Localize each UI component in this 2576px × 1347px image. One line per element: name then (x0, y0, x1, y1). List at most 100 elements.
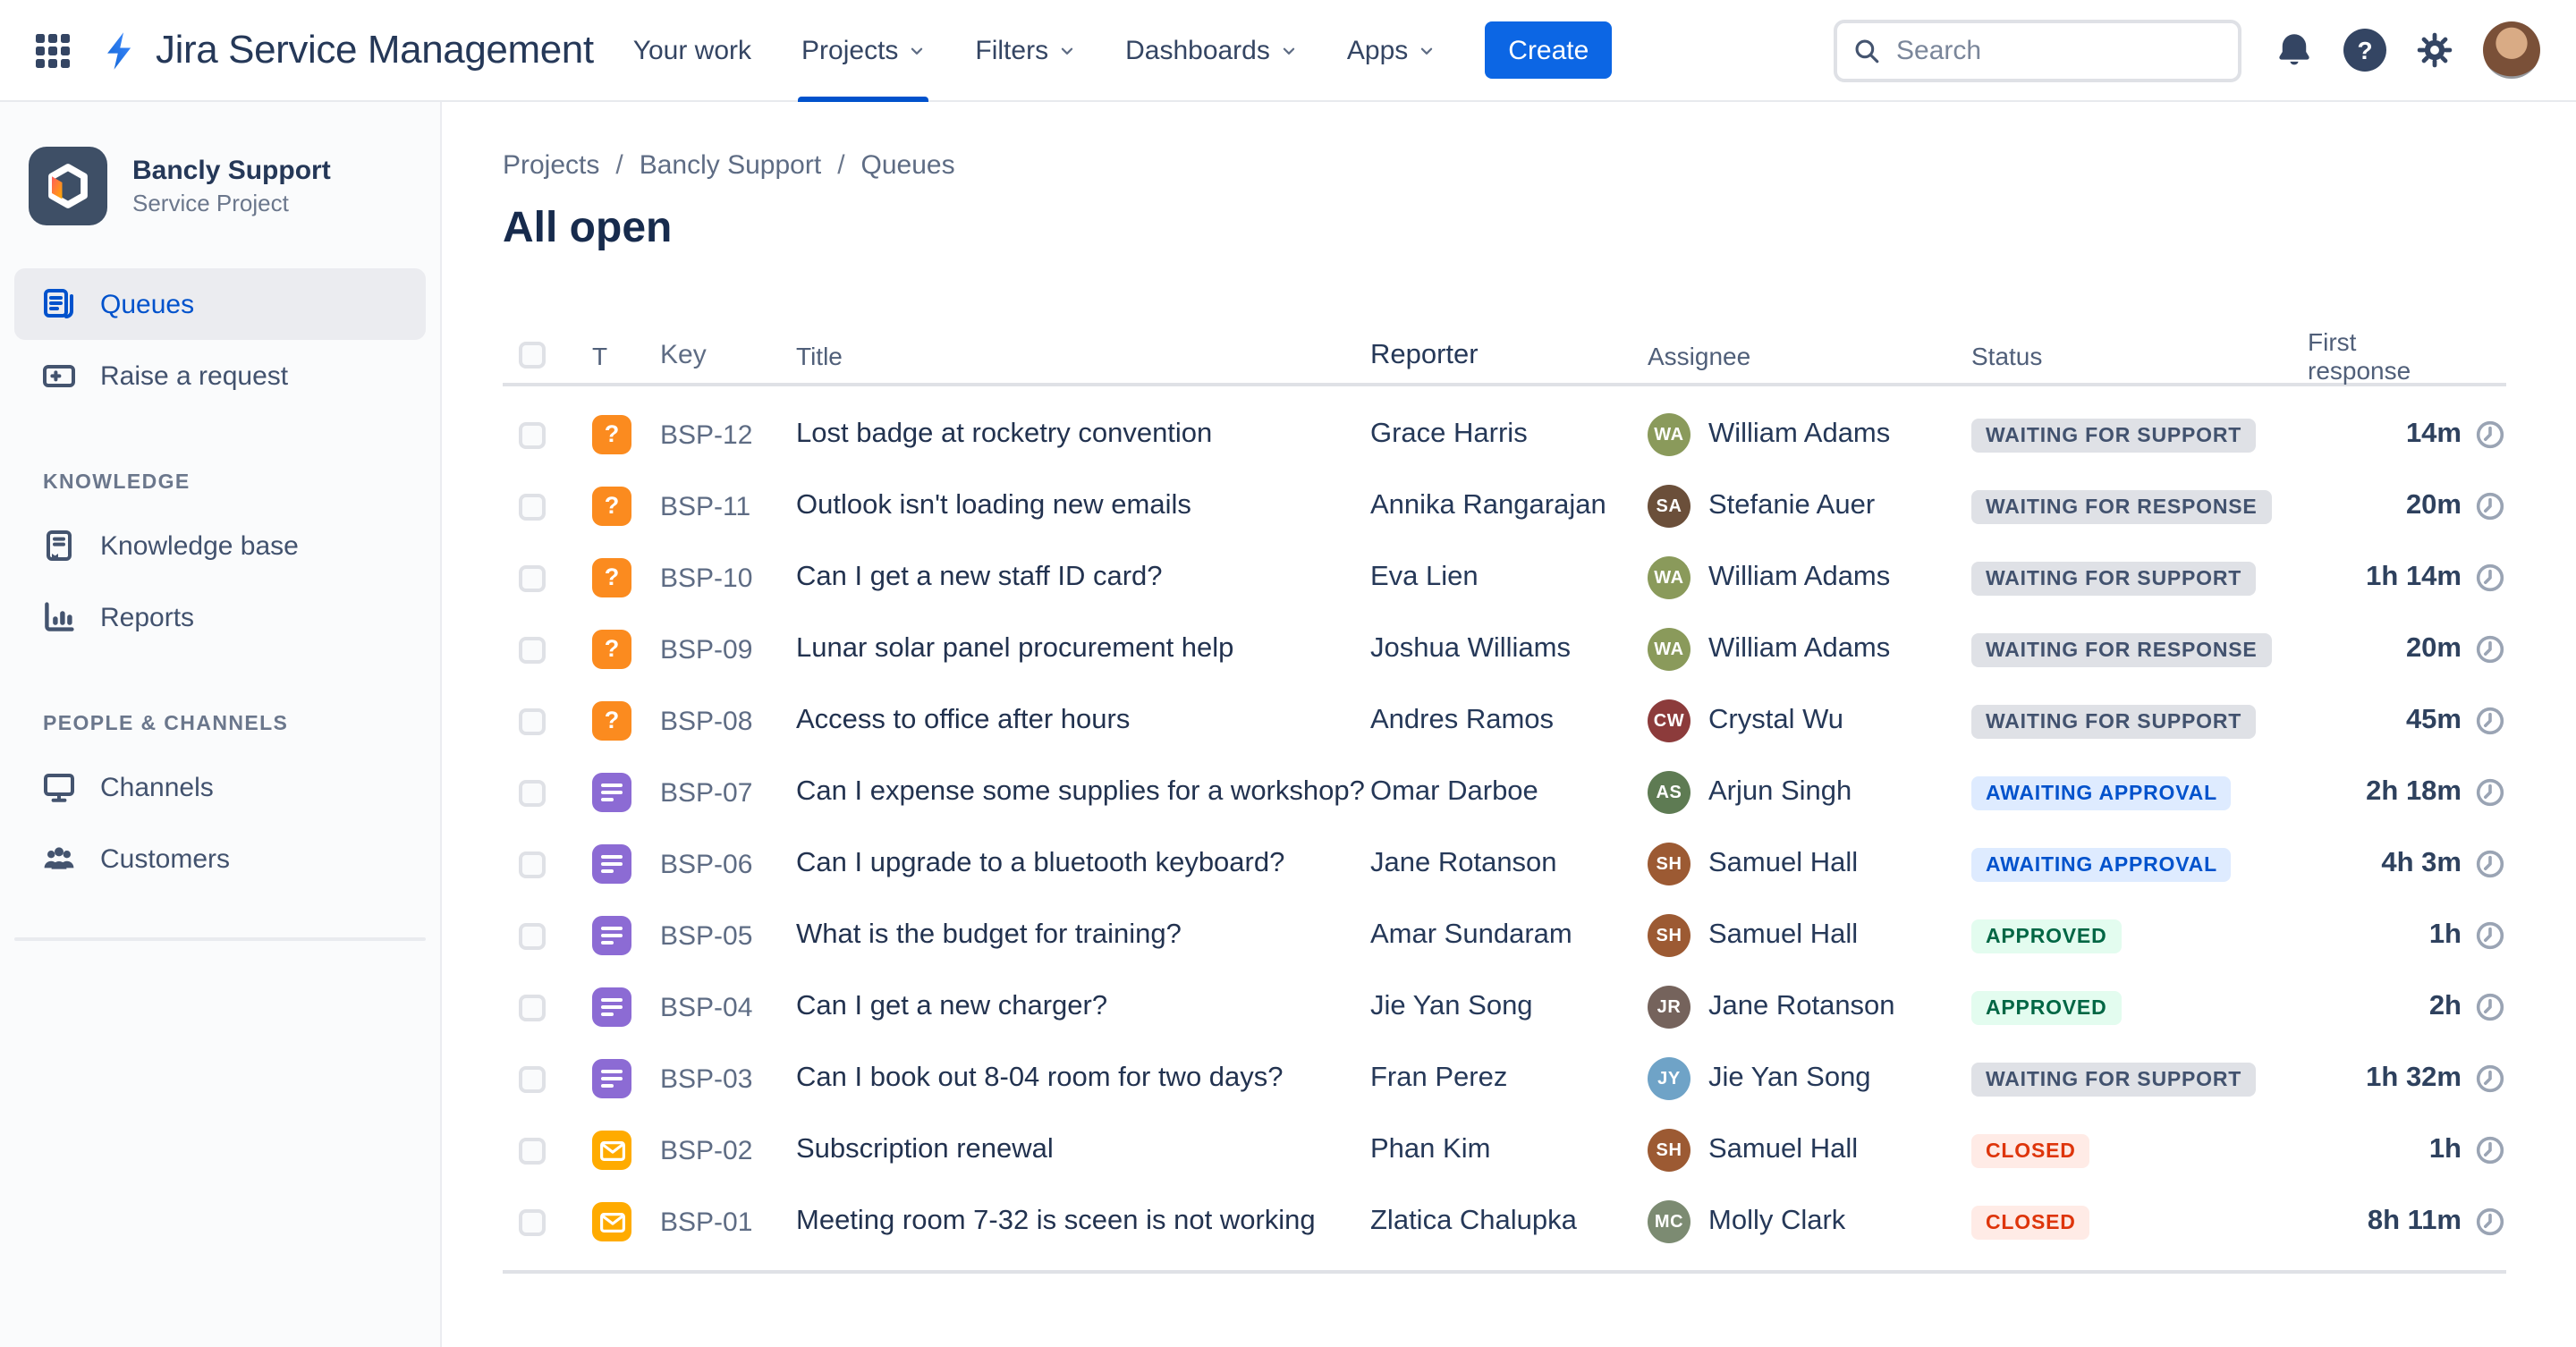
column-header-title: Title (796, 341, 843, 369)
issue-reporter: Grace Harris (1370, 419, 1528, 449)
issue-title[interactable]: Can I get a new staff ID card? (796, 562, 1163, 594)
row-checkbox[interactable] (519, 636, 546, 663)
nav-your-work[interactable]: Your work (608, 0, 776, 101)
status-badge: CLOSED (1971, 1133, 2090, 1167)
nav-filters[interactable]: Filters (950, 0, 1100, 101)
issue-key[interactable]: BSP-09 (660, 634, 796, 665)
status-badge: AWAITING APPROVAL (1971, 775, 2232, 809)
user-avatar[interactable] (2483, 21, 2540, 79)
issue-key[interactable]: BSP-03 (660, 1063, 796, 1094)
sidebar-item-customers[interactable]: Customers (14, 823, 426, 894)
issue-key[interactable]: BSP-05 (660, 920, 796, 951)
issue-title[interactable]: Lunar solar panel procurement help (796, 633, 1233, 665)
row-checkbox[interactable] (519, 779, 546, 806)
status-badge: APPROVED (1971, 990, 2122, 1024)
notifications-bell-icon[interactable] (2274, 30, 2315, 71)
row-checkbox[interactable] (519, 1065, 546, 1092)
assignee-avatar: SH (1648, 843, 1690, 885)
monitor-icon (41, 769, 77, 805)
settings-gear-icon[interactable] (2415, 30, 2454, 70)
issue-key[interactable]: BSP-04 (660, 992, 796, 1022)
select-all-checkbox[interactable] (519, 342, 546, 369)
app-switcher-icon[interactable] (36, 33, 70, 67)
table-row[interactable]: ? BSP-02 Subscription renewal Phan Kim S… (503, 1114, 2506, 1186)
search-input[interactable] (1834, 19, 2241, 81)
status-badge: WAITING FOR SUPPORT (1971, 418, 2257, 452)
issue-title[interactable]: Subscription renewal (796, 1134, 1054, 1166)
table-row[interactable]: ? BSP-04 Can I get a new charger? Jie Ya… (503, 971, 2506, 1043)
chevron-down-icon (1061, 47, 1073, 54)
assignee-name: William Adams (1708, 419, 1891, 449)
table-row[interactable]: ? BSP-08 Access to office after hours An… (503, 685, 2506, 757)
table-row[interactable]: ? BSP-05 What is the budget for training… (503, 900, 2506, 971)
sidebar-item-queues[interactable]: Queues (14, 268, 426, 340)
nav-apps[interactable]: Apps (1322, 0, 1460, 101)
first-response-time: 14m (2405, 419, 2462, 449)
row-checkbox[interactable] (519, 851, 546, 877)
help-icon[interactable]: ? (2343, 29, 2386, 72)
request-type-icon: ? (592, 1131, 631, 1170)
table-row[interactable]: ? BSP-01 Meeting room 7-32 is sceen is n… (503, 1186, 2506, 1258)
issue-reporter: Andres Ramos (1370, 705, 1555, 735)
clock-icon (2476, 1064, 2504, 1093)
row-checkbox[interactable] (519, 564, 546, 591)
row-checkbox[interactable] (519, 1208, 546, 1235)
project-switcher[interactable]: Bancly Support Service Project (0, 147, 440, 225)
sidebar-divider (14, 937, 426, 941)
primary-nav: Your work Projects Filters Dashboards Apps (608, 0, 1461, 101)
request-type-icon: ? (592, 415, 631, 454)
first-response-time: 20m (2405, 633, 2462, 664)
row-checkbox[interactable] (519, 922, 546, 949)
table-row[interactable]: ? BSP-06 Can I upgrade to a bluetooth ke… (503, 828, 2506, 900)
row-checkbox[interactable] (519, 421, 546, 448)
issue-key[interactable]: BSP-11 (660, 491, 796, 521)
assignee-name: Jie Yan Song (1708, 1063, 1871, 1093)
breadcrumb-project-name[interactable]: Bancly Support (640, 150, 821, 181)
row-checkbox[interactable] (519, 493, 546, 520)
request-type-icon: ? (592, 1059, 631, 1098)
row-checkbox[interactable] (519, 707, 546, 734)
nav-projects[interactable]: Projects (776, 0, 950, 101)
column-header-key: Key (660, 340, 707, 370)
nav-dashboards[interactable]: Dashboards (1100, 0, 1322, 101)
row-checkbox[interactable] (519, 994, 546, 1021)
status-badge: WAITING FOR RESPONSE (1971, 632, 2272, 666)
product-brand[interactable]: Jira Service Management (100, 27, 594, 73)
issue-key[interactable]: BSP-02 (660, 1135, 796, 1165)
clock-icon (2476, 707, 2504, 735)
issue-key[interactable]: BSP-08 (660, 706, 796, 736)
issue-key[interactable]: BSP-01 (660, 1207, 796, 1237)
sidebar-item-raise-a-request[interactable]: Raise a request (14, 340, 426, 411)
issue-key[interactable]: BSP-10 (660, 563, 796, 593)
sidebar-item-knowledge-base[interactable]: Knowledge base (14, 510, 426, 581)
create-button[interactable]: Create (1485, 21, 1613, 79)
assignee-name: William Adams (1708, 633, 1891, 664)
table-row[interactable]: ? BSP-11 Outlook isn't loading new email… (503, 470, 2506, 542)
issue-title[interactable]: What is the budget for training? (796, 919, 1182, 952)
table-row[interactable]: ? BSP-12 Lost badge at rocketry conventi… (503, 399, 2506, 470)
table-row[interactable]: ? BSP-07 Can I expense some supplies for… (503, 757, 2506, 828)
sidebar-item-channels[interactable]: Channels (14, 751, 426, 823)
jira-logo-icon (107, 31, 131, 69)
search-box (1834, 19, 2241, 81)
issue-key[interactable]: BSP-07 (660, 777, 796, 808)
assignee-name: Samuel Hall (1708, 848, 1859, 878)
breadcrumb-queues[interactable]: Queues (861, 150, 955, 181)
issue-title[interactable]: Lost badge at rocketry convention (796, 419, 1212, 451)
table-row[interactable]: ? BSP-03 Can I book out 8-04 room for tw… (503, 1043, 2506, 1114)
issue-key[interactable]: BSP-12 (660, 419, 796, 450)
sidebar-item-reports[interactable]: Reports (14, 581, 426, 653)
issue-key[interactable]: BSP-06 (660, 849, 796, 879)
issue-title[interactable]: Access to office after hours (796, 705, 1130, 737)
issue-title[interactable]: Outlook isn't loading new emails (796, 490, 1191, 522)
issue-title[interactable]: Meeting room 7-32 is sceen is not workin… (796, 1206, 1316, 1238)
table-row[interactable]: ? BSP-09 Lunar solar panel procurement h… (503, 614, 2506, 685)
issue-title[interactable]: Can I get a new charger? (796, 991, 1107, 1023)
table-row[interactable]: ? BSP-10 Can I get a new staff ID card? … (503, 542, 2506, 614)
issue-title[interactable]: Can I book out 8-04 room for two days? (796, 1063, 1284, 1095)
issue-reporter: Omar Darboe (1370, 776, 1538, 807)
issue-title[interactable]: Can I upgrade to a bluetooth keyboard? (796, 848, 1284, 880)
issue-title[interactable]: Can I expense some supplies for a worksh… (796, 776, 1365, 809)
breadcrumb-projects[interactable]: Projects (503, 150, 599, 181)
row-checkbox[interactable] (519, 1137, 546, 1164)
